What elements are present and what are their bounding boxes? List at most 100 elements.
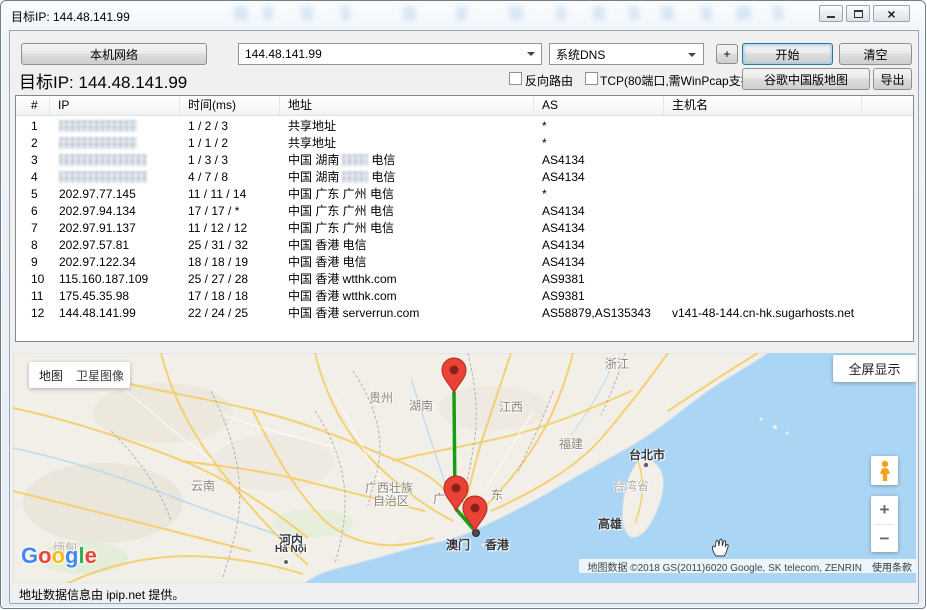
table-row[interactable]: 2 1 / 1 / 2 共享地址 * (16, 135, 913, 152)
titlebar-watermark-smudge (629, 6, 639, 20)
minimize-icon (827, 16, 835, 18)
cell-as: * (542, 135, 547, 152)
table-row[interactable]: 1 1 / 2 / 3 共享地址 * (16, 118, 913, 135)
cell-as: AS4134 (542, 237, 585, 254)
cell-index: 6 (31, 203, 38, 220)
status-provider-text: 地址数据信息由 ipip.net 提供。 (19, 586, 184, 603)
cell-time: 17 / 18 / 18 (188, 288, 248, 305)
local-network-button[interactable]: 本机网络 (21, 43, 207, 65)
google-china-map-button[interactable]: 谷歌中国版地图 (742, 68, 870, 90)
titlebar-watermark-smudge (593, 6, 605, 20)
map-label: 东 (491, 486, 503, 503)
terms-link[interactable]: 使用条款 (872, 559, 912, 574)
target-ip-input[interactable] (238, 43, 542, 65)
cell-address: 中国 香港 电信 (288, 237, 367, 254)
titlebar-watermark-smudge (736, 6, 751, 20)
cell-as: AS4134 (542, 152, 585, 169)
titlebar-watermark-smudge (263, 6, 273, 20)
dns-select[interactable]: 系统DNS (549, 43, 704, 65)
cell-address: 中国 香港 wtthk.com (288, 271, 397, 288)
window-title: 目标IP: 144.48.141.99 (11, 8, 130, 25)
cell-as: AS58879,AS135343 (542, 305, 651, 322)
titlebar-watermark-smudge (341, 6, 350, 20)
cell-time: 17 / 17 / * (188, 203, 239, 220)
table-row[interactable]: 12 144.48.141.99 22 / 24 / 25 中国 香港 serv… (16, 305, 913, 322)
cell-as: AS4134 (542, 169, 585, 186)
column-header-filler (862, 96, 914, 116)
titlebar-watermark-smudge (556, 6, 566, 20)
minimize-button[interactable] (819, 5, 843, 22)
cell-address: 中国 香港 wtthk.com (288, 288, 397, 305)
zoom-divider (875, 524, 894, 525)
maximize-icon (854, 10, 863, 18)
chevron-down-icon[interactable] (527, 52, 535, 56)
cell-address: 中国 广东 广州 电信 (288, 220, 394, 237)
cell-address: 共享地址 (288, 118, 336, 135)
cell-index: 4 (31, 169, 38, 186)
column-header-addr[interactable]: 地址 (280, 96, 534, 116)
start-button[interactable]: 开始 (742, 43, 833, 65)
close-button[interactable]: × (873, 5, 910, 22)
map-label: 香港 (485, 536, 509, 553)
titlebar-watermark-smudge (661, 6, 674, 20)
cell-address: 中国 香港 serverrun.com (288, 305, 419, 322)
column-header-as[interactable]: AS (534, 96, 664, 116)
cell-hostname: v141-48-144.cn-hk.sugarhosts.net (672, 305, 854, 322)
fullscreen-button[interactable]: 全屏显示 (833, 355, 916, 382)
table-row[interactable]: 8 202.97.57.81 25 / 31 / 32 中国 香港 电信 AS4… (16, 237, 913, 254)
tab-map[interactable]: 地图 (39, 367, 63, 384)
table-row[interactable]: 4 4 / 7 / 8 中国 湖南电信 AS4134 (16, 169, 913, 186)
cell-ip (59, 169, 147, 186)
table-row[interactable]: 5 202.97.77.145 11 / 11 / 14 中国 广东 广州 电信… (16, 186, 913, 203)
pegman-button[interactable] (871, 456, 898, 485)
tcp-label[interactable]: TCP(80端口,需WinPcap支持) (600, 72, 757, 89)
zoom-in-button[interactable]: + (871, 496, 898, 523)
titlebar-watermark-smudge (701, 6, 712, 20)
pegman-icon (877, 460, 893, 482)
chevron-down-icon (688, 53, 696, 57)
column-header-time[interactable]: 时间(ms) (180, 96, 280, 116)
map-label: 江西 (499, 398, 523, 415)
add-dns-button[interactable]: + (716, 44, 738, 64)
reverse-route-checkbox[interactable] (509, 72, 522, 85)
export-button[interactable]: 导出 (873, 68, 912, 90)
clear-button[interactable]: 清空 (839, 43, 912, 65)
map-label: 福建 (559, 435, 583, 452)
cell-time: 25 / 27 / 28 (188, 271, 248, 288)
tcp-checkbox[interactable] (585, 72, 598, 85)
cell-time: 4 / 7 / 8 (188, 169, 228, 186)
cell-ip: 202.97.94.134 (59, 203, 136, 220)
cell-as: AS4134 (542, 254, 585, 271)
status-bar: 地址数据信息由 ipip.net 提供。 (9, 583, 919, 604)
tab-satellite[interactable]: 卫星图像 (76, 367, 124, 384)
dns-select-value: 系统DNS (556, 46, 605, 63)
cell-ip: 144.48.141.99 (59, 305, 136, 322)
target-ip-combobox[interactable] (238, 43, 542, 65)
column-header-ip[interactable]: IP (50, 96, 180, 116)
cell-index: 3 (31, 152, 38, 169)
cell-index: 2 (31, 135, 38, 152)
table-row[interactable]: 6 202.97.94.134 17 / 17 / * 中国 广东 广州 电信 … (16, 203, 913, 220)
map-panel[interactable]: 贵州湖南江西浙江福建云南广西壮族自治区广东台湾省台北市高雄澳门香港河内Hà Nộ… (13, 353, 916, 583)
target-ip-heading: 目标IP: 144.48.141.99 (19, 68, 187, 93)
cell-index: 12 (31, 305, 44, 322)
table-row[interactable]: 7 202.97.91.137 11 / 12 / 12 中国 广东 广州 电信… (16, 220, 913, 237)
cell-ip: 202.97.77.145 (59, 186, 136, 203)
table-row[interactable]: 9 202.97.122.34 18 / 18 / 19 中国 香港 电信 AS… (16, 254, 913, 271)
cell-time: 1 / 1 / 2 (188, 135, 228, 152)
cell-time: 11 / 11 / 14 (188, 186, 246, 203)
title-bar[interactable]: 目标IP: 144.48.141.99 × (1, 1, 925, 31)
cell-index: 1 (31, 118, 38, 135)
google-logo[interactable]: Google (21, 543, 97, 569)
zoom-out-button[interactable]: − (871, 525, 898, 552)
reverse-route-label[interactable]: 反向路由 (525, 72, 573, 89)
map-label: 台湾省 (613, 477, 649, 494)
table-row[interactable]: 3 1 / 3 / 3 中国 湖南电信 AS4134 (16, 152, 913, 169)
column-header-host[interactable]: 主机名 (664, 96, 862, 116)
maximize-button[interactable] (846, 5, 870, 22)
table-row[interactable]: 11 175.45.35.98 17 / 18 / 18 中国 香港 wtthk… (16, 288, 913, 305)
titlebar-watermark-smudge (403, 6, 416, 20)
column-header-index[interactable]: # (16, 96, 50, 116)
cell-ip: 202.97.122.34 (59, 254, 136, 271)
table-row[interactable]: 10 115.160.187.109 25 / 27 / 28 中国 香港 wt… (16, 271, 913, 288)
